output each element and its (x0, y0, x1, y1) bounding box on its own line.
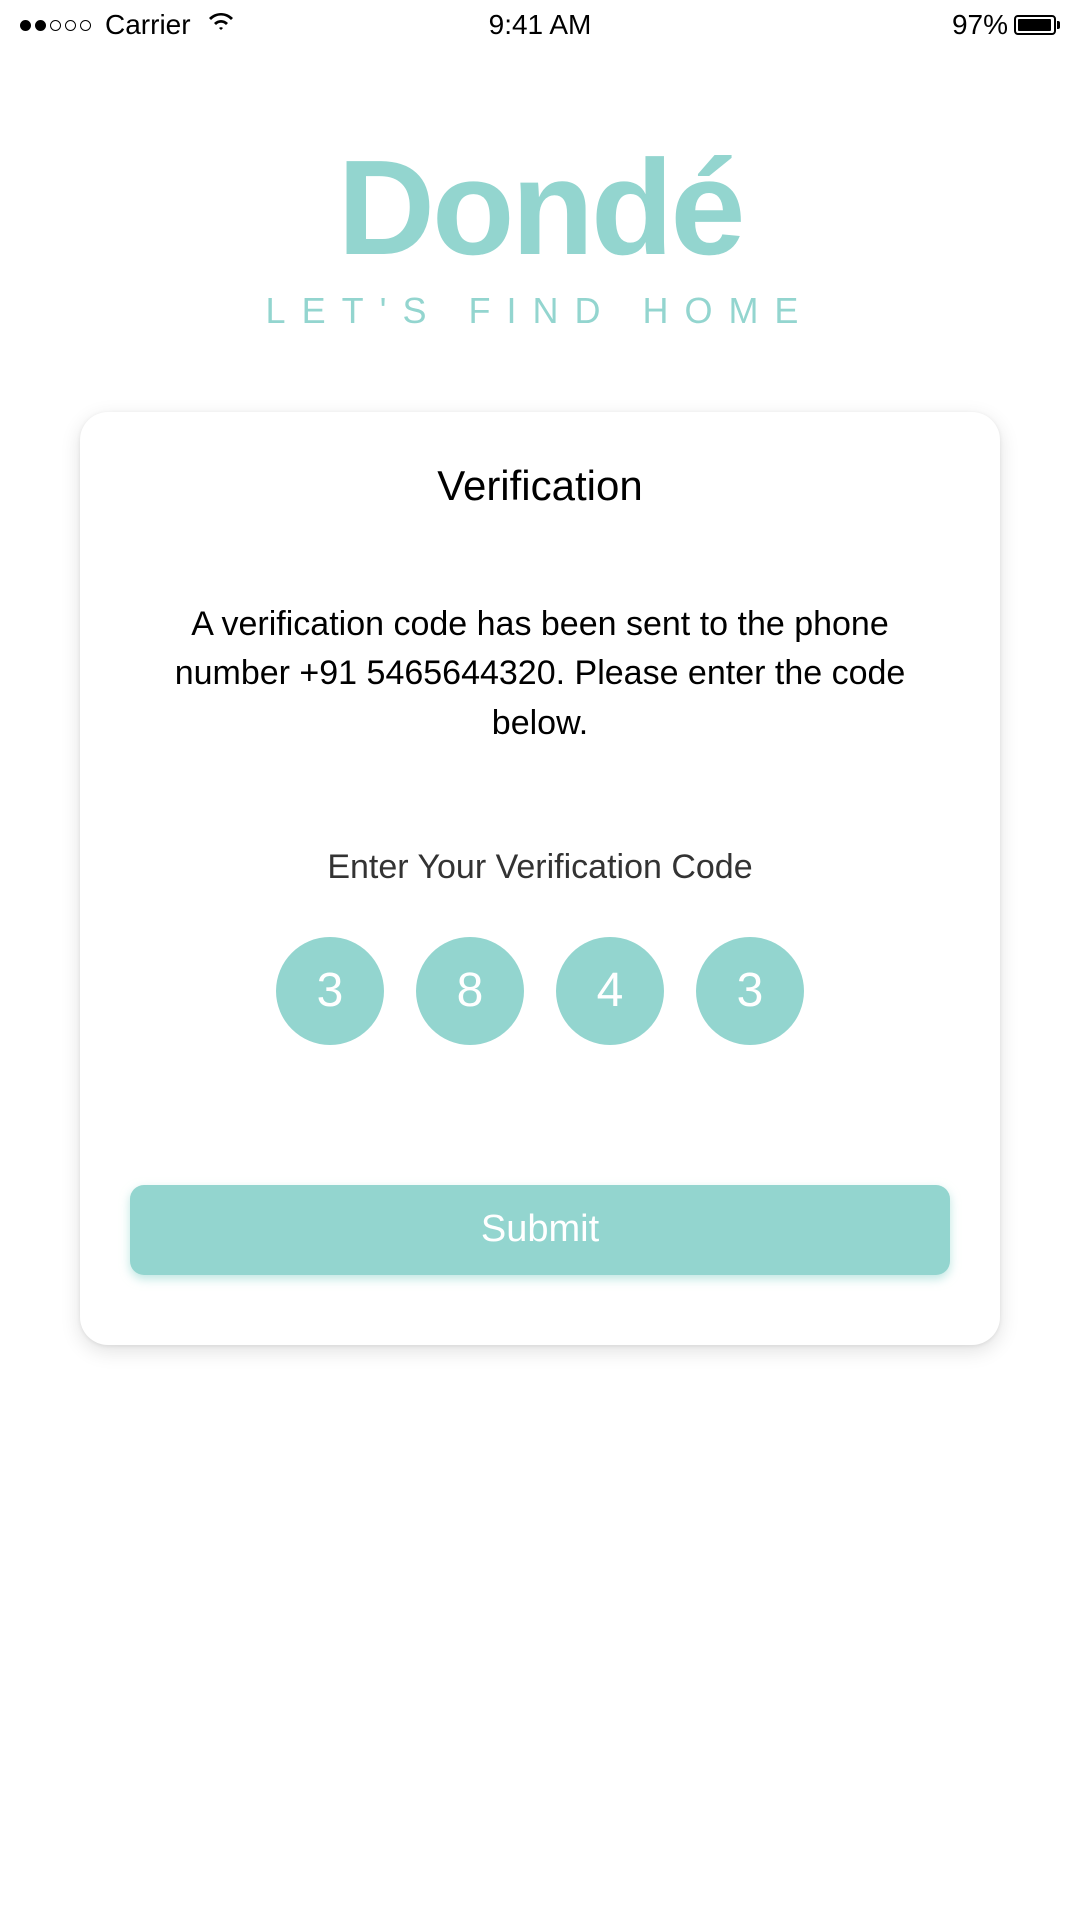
signal-strength-icon (20, 20, 91, 31)
code-digit-4[interactable]: 3 (696, 937, 804, 1045)
code-input-group: 3 8 4 3 (130, 937, 950, 1045)
code-digit-1[interactable]: 3 (276, 937, 384, 1045)
logo-title: Dondé (0, 130, 1080, 285)
wifi-icon (207, 9, 235, 41)
verification-card: Verification A verification code has bee… (80, 412, 1000, 1345)
verification-message: A verification code has been sent to the… (130, 600, 950, 748)
code-entry-label: Enter Your Verification Code (130, 848, 950, 887)
status-bar: Carrier 9:41 AM 97% (0, 0, 1080, 50)
status-bar-right: 97% (952, 9, 1060, 41)
card-title: Verification (130, 462, 950, 510)
logo-subtitle: LET'S FIND HOME (0, 290, 1080, 332)
app-logo: Dondé LET'S FIND HOME (0, 130, 1080, 332)
battery-icon (1014, 15, 1060, 35)
status-bar-time: 9:41 AM (489, 9, 592, 41)
battery-percent-label: 97% (952, 9, 1008, 41)
code-digit-2[interactable]: 8 (416, 937, 524, 1045)
status-bar-left: Carrier (20, 9, 235, 41)
submit-button[interactable]: Submit (130, 1185, 950, 1275)
carrier-label: Carrier (105, 9, 191, 41)
code-digit-3[interactable]: 4 (556, 937, 664, 1045)
